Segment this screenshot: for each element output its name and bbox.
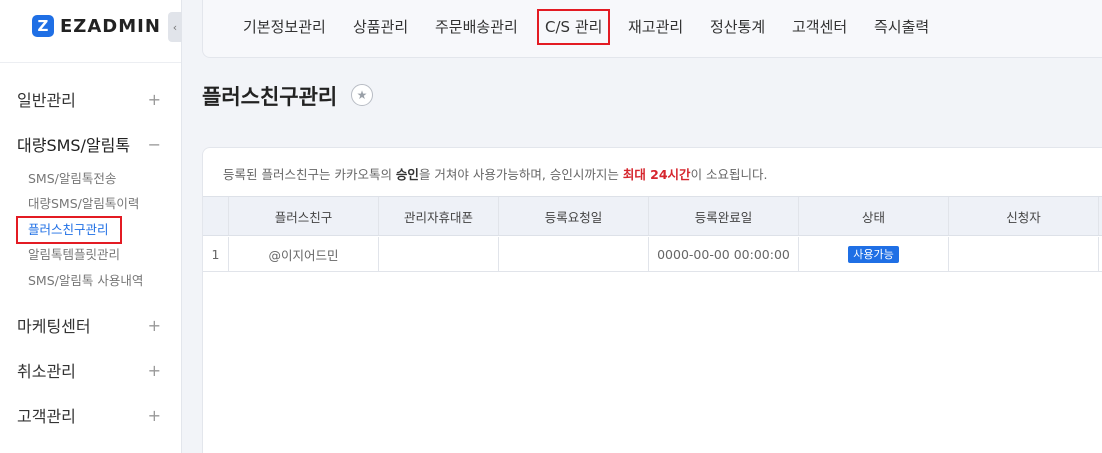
chevron-left-icon: ‹ bbox=[172, 20, 178, 34]
nav-settlement[interactable]: 정산통계 bbox=[710, 16, 765, 38]
column-header-no bbox=[203, 197, 229, 235]
nav-inventory[interactable]: 재고관리 bbox=[628, 16, 683, 38]
sidebar-divider bbox=[0, 62, 181, 63]
column-header-complete-date[interactable]: 등록완료일 bbox=[649, 197, 799, 235]
column-header-request-date[interactable]: 등록요청일 bbox=[499, 197, 649, 235]
row-number: 1 bbox=[203, 237, 229, 271]
top-navigation: 기본정보관리 상품관리 주문배송관리 C/S 관리 재고관리 정산통계 고객센터… bbox=[202, 0, 1102, 58]
table-header: 플러스친구 관리자휴대폰 등록요청일 등록완료일 상태 신청자 bbox=[203, 196, 1102, 236]
logo-text: EZADMIN bbox=[60, 15, 161, 37]
cell-phone bbox=[379, 237, 499, 271]
sidebar-collapse-button[interactable]: ‹ bbox=[168, 12, 182, 42]
collapse-icon: − bbox=[147, 134, 161, 154]
sidebar-group-label: 취소관리 bbox=[17, 362, 76, 381]
sidebar-group-general[interactable]: 일반관리 + bbox=[0, 87, 181, 111]
sidebar-group-sms[interactable]: 대량SMS/알림톡 − bbox=[0, 132, 181, 156]
highlight-box bbox=[16, 216, 122, 244]
nav-cs[interactable]: C/S 관리 bbox=[537, 9, 611, 45]
ezadmin-logo-icon: Z bbox=[32, 15, 54, 37]
nav-basic-info[interactable]: 기본정보관리 bbox=[243, 16, 326, 38]
nav-print[interactable]: 즉시출력 bbox=[874, 16, 929, 38]
notice-text: 등록된 플러스친구는 카카오톡의 승인을 거쳐야 사용가능하며, 승인시까지는 … bbox=[223, 167, 768, 182]
content-panel: 등록된 플러스친구는 카카오톡의 승인을 거쳐야 사용가능하며, 승인시까지는 … bbox=[202, 147, 1102, 453]
sidebar-group-customer[interactable]: 고객관리 + bbox=[0, 403, 181, 427]
cell-status: 사용가능 bbox=[799, 237, 949, 271]
expand-icon: + bbox=[147, 315, 161, 335]
column-header-phone[interactable]: 관리자휴대폰 bbox=[379, 197, 499, 235]
sidebar-item-sms-history[interactable]: 대량SMS/알림톡이력 bbox=[28, 195, 139, 213]
page-title: 플러스친구관리 bbox=[202, 85, 338, 109]
sidebar-group-label: 마케팅센터 bbox=[17, 317, 91, 336]
expand-icon: + bbox=[147, 89, 161, 109]
nav-support[interactable]: 고객센터 bbox=[792, 16, 847, 38]
logo[interactable]: Z EZADMIN bbox=[32, 12, 161, 40]
nav-orders[interactable]: 주문배송관리 bbox=[435, 16, 518, 38]
column-header-status[interactable]: 상태 bbox=[799, 197, 949, 235]
cell-applicant bbox=[949, 237, 1099, 271]
sidebar-item-template[interactable]: 알림톡템플릿관리 bbox=[28, 246, 120, 264]
cell-friend: @이지어드민 bbox=[229, 237, 379, 271]
sidebar-group-cancel[interactable]: 취소관리 + bbox=[0, 358, 181, 382]
sidebar-item-usage[interactable]: SMS/알림톡 사용내역 bbox=[28, 272, 143, 290]
table-row[interactable]: 1 @이지어드민 0000-00-00 00:00:00 사용가능 bbox=[203, 237, 1102, 272]
expand-icon: + bbox=[147, 360, 161, 380]
sidebar-group-marketing[interactable]: 마케팅센터 + bbox=[0, 313, 181, 337]
favorite-star-icon[interactable]: ★ bbox=[351, 84, 373, 106]
status-badge: 사용가능 bbox=[848, 245, 899, 263]
sidebar-group-label: 고객관리 bbox=[17, 407, 76, 426]
nav-products[interactable]: 상품관리 bbox=[353, 16, 408, 38]
sidebar-item-sms-send[interactable]: SMS/알림톡전송 bbox=[28, 170, 116, 188]
cell-complete-date: 0000-00-00 00:00:00 bbox=[649, 237, 799, 271]
column-header-applicant[interactable]: 신청자 bbox=[949, 197, 1099, 235]
sidebar: Z EZADMIN ‹ 일반관리 + 대량SMS/알림톡 − SMS/알림톡전송… bbox=[0, 0, 182, 453]
sidebar-group-label: 일반관리 bbox=[17, 91, 76, 110]
column-header-friend[interactable]: 플러스친구 bbox=[229, 197, 379, 235]
cell-request-date bbox=[499, 237, 649, 271]
sidebar-group-label: 대량SMS/알림톡 bbox=[17, 136, 131, 155]
expand-icon: + bbox=[147, 405, 161, 425]
